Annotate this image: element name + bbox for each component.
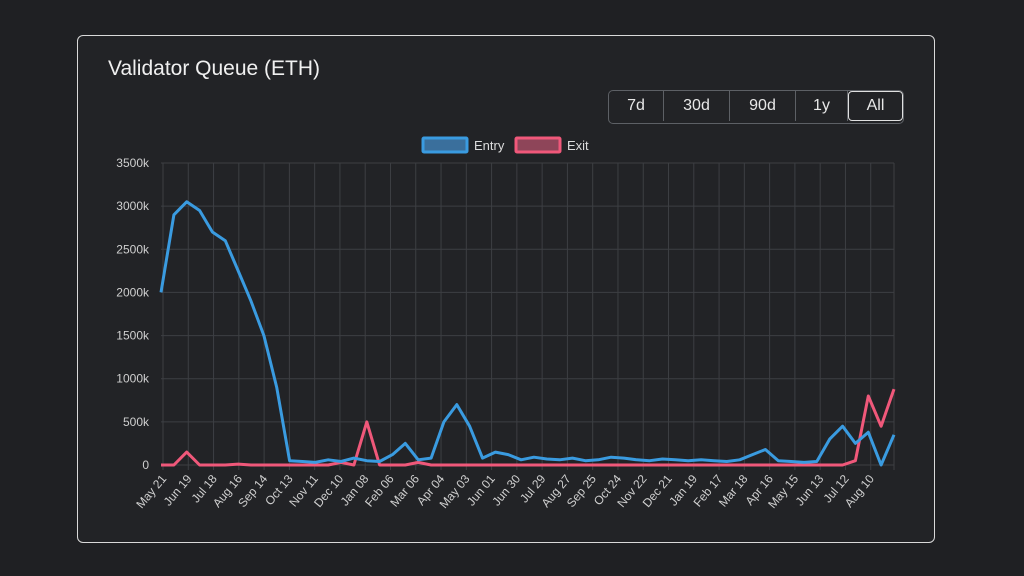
validator-queue-chart: 0 500k 1000k 1500k 2000k 2500k 3000k 3500k May … <box>116 136 896 511</box>
chart-legend: Entry Exit <box>421 136 589 154</box>
legend-entry-label: Entry <box>474 138 505 153</box>
y-tick-label: 2000k <box>116 285 150 299</box>
x-tick-label: Mar 06 <box>387 472 422 510</box>
chart-grid <box>161 162 895 470</box>
y-tick-label: 1000k <box>116 372 150 386</box>
legend-entry-swatch <box>421 136 469 154</box>
series-line-exit <box>161 388 896 467</box>
y-tick-label: 500k <box>123 415 150 429</box>
x-tick-label: Mar 18 <box>716 472 751 510</box>
legend-exit-label: Exit <box>567 138 589 153</box>
x-tick-label: Jun 13 <box>793 472 827 509</box>
y-tick-label: 3000k <box>116 199 150 213</box>
chart-series <box>159 200 896 467</box>
x-tick-label: Jun 30 <box>489 472 523 509</box>
series-line-entry <box>159 200 896 467</box>
y-tick-label: 2500k <box>116 242 150 256</box>
legend-exit-swatch <box>514 136 562 154</box>
y-axis-ticks: 0 500k 1000k 1500k 2000k 2500k 3000k 3500k <box>116 156 150 472</box>
y-tick-label: 3500k <box>116 156 150 170</box>
y-tick-label: 0 <box>142 458 149 472</box>
y-tick-label: 1500k <box>116 329 150 343</box>
x-tick-label: Jun 19 <box>161 472 195 509</box>
x-tick-label: May 21 <box>133 472 169 511</box>
x-axis-ticks: May 21Jun 19Jul 18Aug 16Sep 14Oct 13Nov … <box>133 472 877 511</box>
